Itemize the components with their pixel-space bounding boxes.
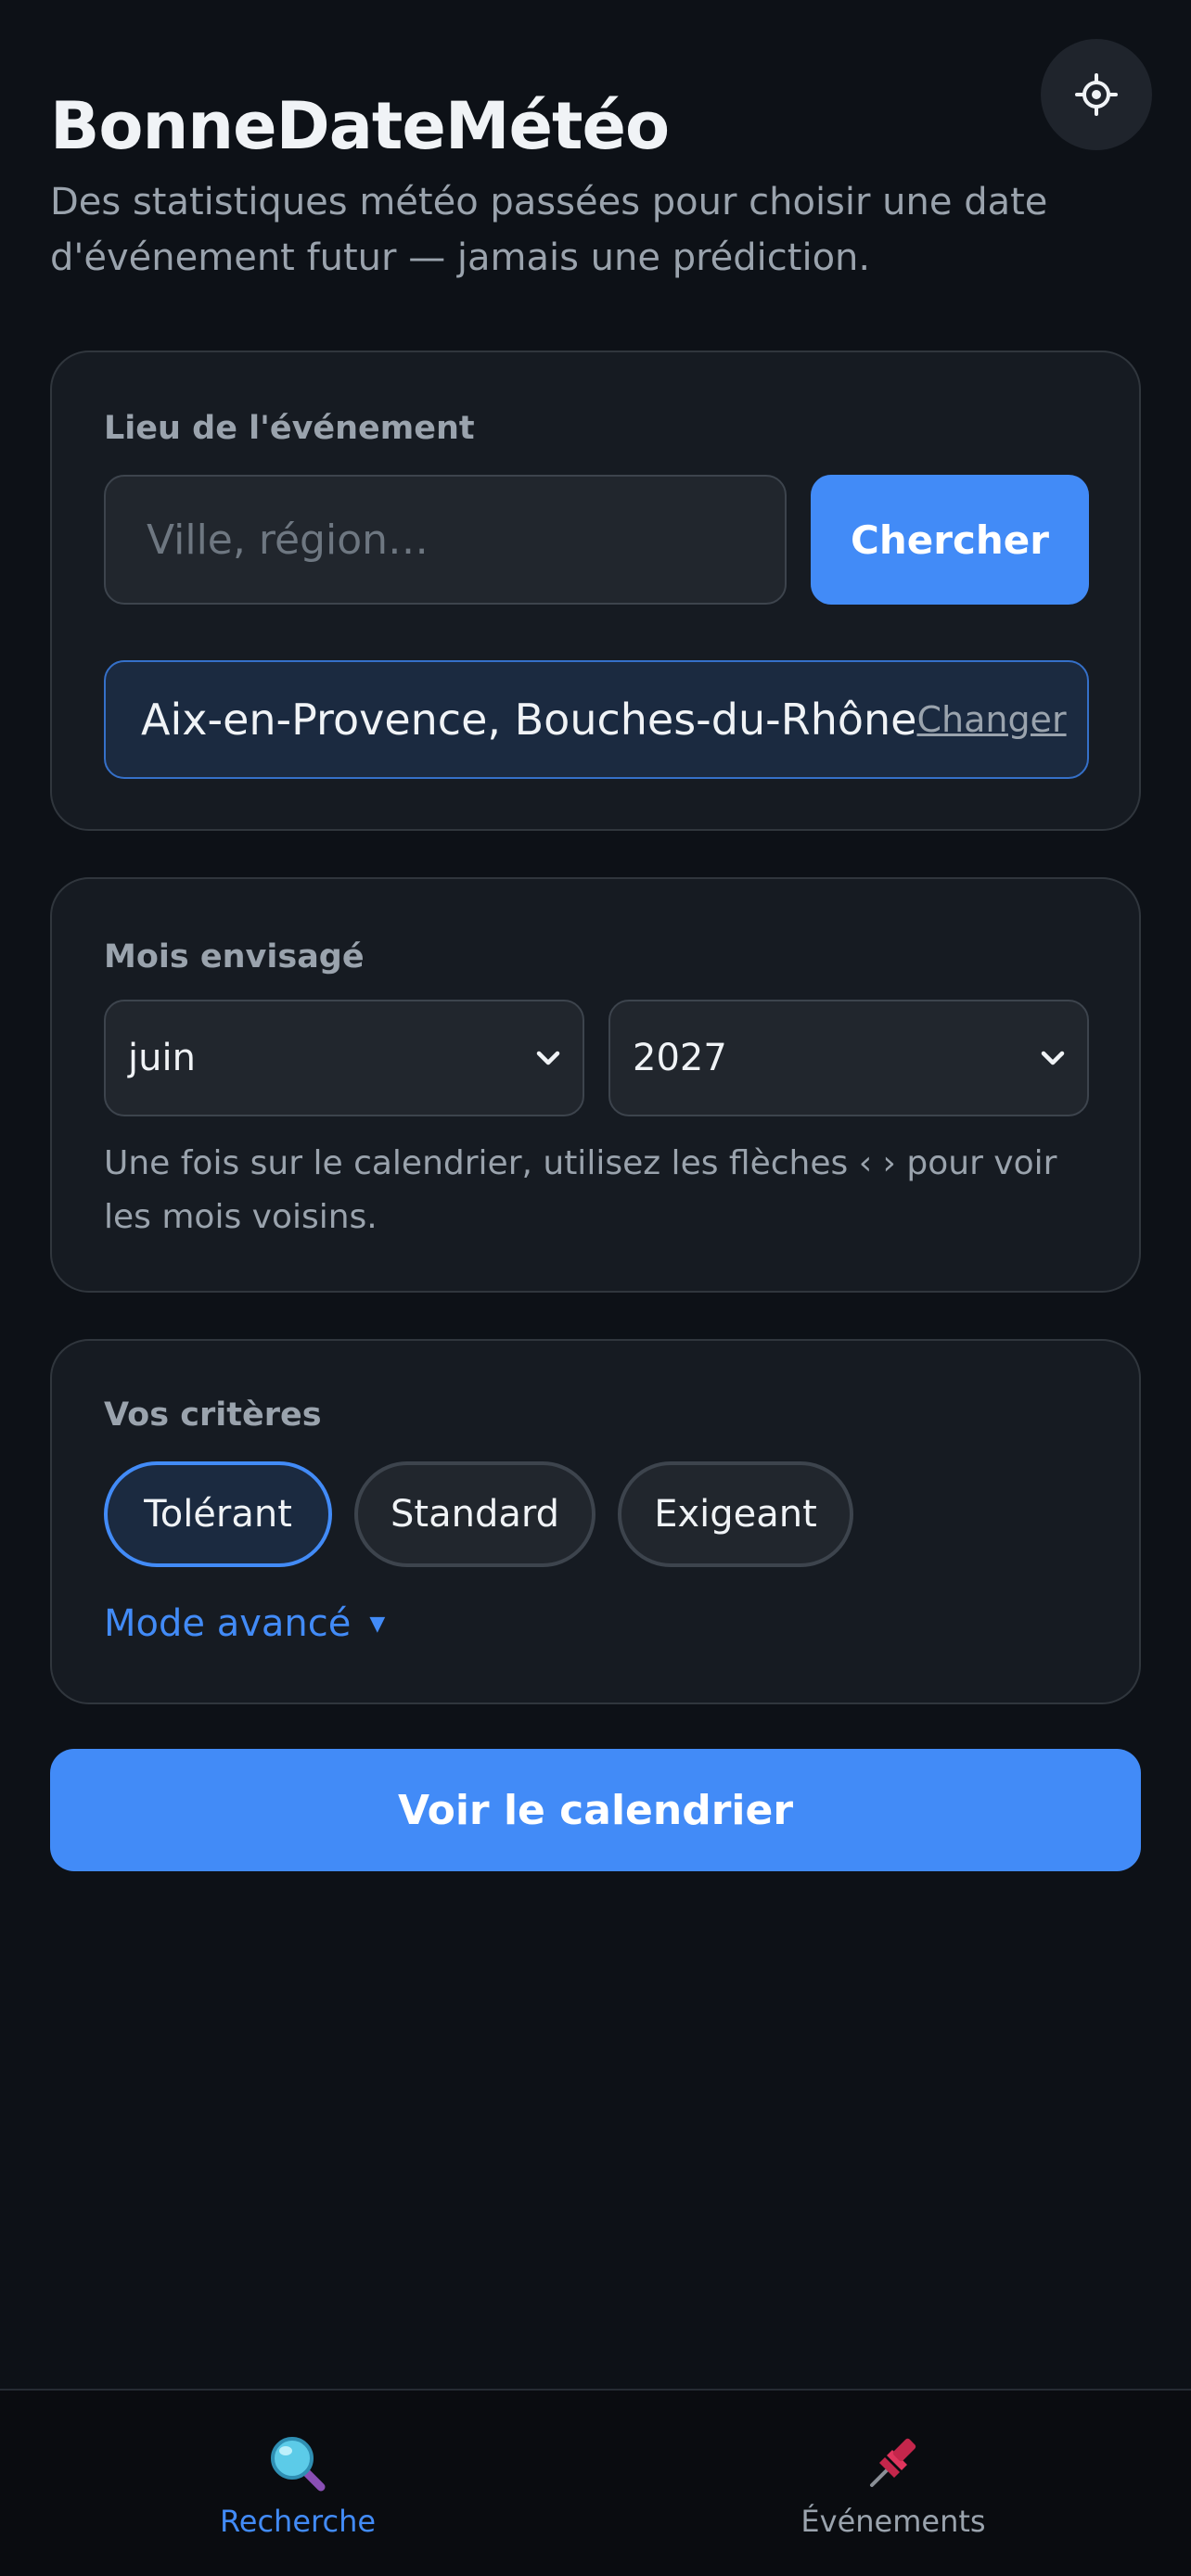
- month-card: Mois envisagé juin 2027 Une fois sur le …: [50, 877, 1141, 1293]
- app-title: BonneDateMétéo: [50, 88, 670, 164]
- year-select[interactable]: 2027: [608, 1000, 1089, 1116]
- view-calendar-button[interactable]: Voir le calendrier: [50, 1749, 1141, 1871]
- month-select-value: juin: [128, 1037, 196, 1079]
- criteria-option-standard[interactable]: Standard: [354, 1461, 596, 1567]
- selected-location-name: Aix-en-Provence, Bouches-du-Rhône: [141, 695, 917, 745]
- year-select-value: 2027: [633, 1037, 727, 1079]
- chevron-down-icon: [1041, 1051, 1065, 1065]
- criteria-card: Vos critères Tolérant Standard Exigeant …: [50, 1339, 1141, 1704]
- triangle-down-icon: ▼: [369, 1612, 386, 1636]
- month-select[interactable]: juin: [104, 1000, 584, 1116]
- app-screen: BonneDateMétéo Des statistiques météo pa…: [0, 0, 1191, 2576]
- gear-icon: [1075, 73, 1118, 116]
- criteria-option-tolerant[interactable]: Tolérant: [104, 1461, 332, 1567]
- location-card: Lieu de l'événement Chercher Aix-en-Prov…: [50, 351, 1141, 831]
- advanced-mode-label: Mode avancé: [104, 1602, 352, 1645]
- month-hint: Une fois sur le calendrier, utilisez les…: [104, 1144, 1057, 1236]
- search-button[interactable]: Chercher: [811, 475, 1089, 605]
- app-subtitle: Des statistiques météo passées pour choi…: [50, 181, 1048, 279]
- magnifier-icon: [271, 2437, 326, 2492]
- settings-button[interactable]: [1041, 39, 1152, 150]
- location-label: Lieu de l'événement: [104, 410, 475, 447]
- advanced-mode-toggle[interactable]: Mode avancé ▼: [104, 1602, 385, 1645]
- change-location-link[interactable]: Changer: [916, 699, 1066, 740]
- selected-location: Aix-en-Provence, Bouches-du-Rhône Change…: [104, 660, 1089, 779]
- chevron-down-icon: [536, 1051, 560, 1065]
- location-search-input[interactable]: [104, 475, 787, 605]
- nav-item-evenements[interactable]: Événements: [596, 2391, 1191, 2576]
- nav-label-evenements: Événements: [800, 2504, 986, 2539]
- bottom-nav: Recherche Événements: [0, 2389, 1191, 2576]
- criteria-label: Vos critères: [104, 1396, 322, 1434]
- nav-item-recherche[interactable]: Recherche: [0, 2391, 596, 2576]
- pushpin-icon: [870, 2438, 916, 2487]
- criteria-option-exigeant[interactable]: Exigeant: [618, 1461, 853, 1567]
- nav-label-recherche: Recherche: [219, 2504, 377, 2539]
- month-label: Mois envisagé: [104, 938, 365, 976]
